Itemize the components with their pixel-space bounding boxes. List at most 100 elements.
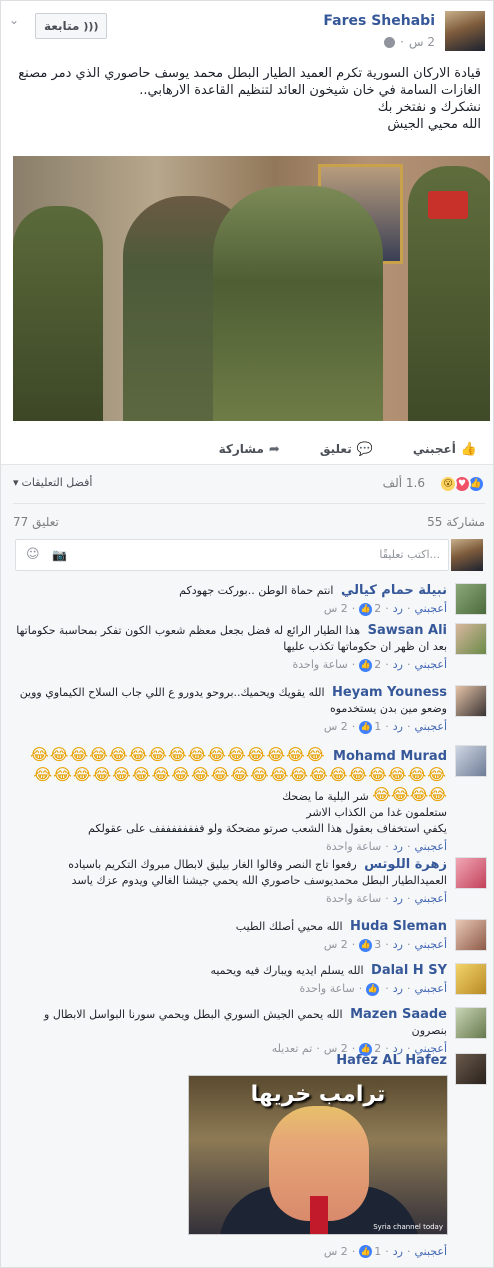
thumbs-up-icon: 👍 [460, 441, 477, 457]
comment-text: شر البلية ما يضحك [282, 790, 369, 803]
comment-like-button[interactable]: أعجبني [414, 937, 447, 953]
comment-reply-button[interactable]: رد [393, 981, 403, 997]
camera-icon[interactable]: 📷 [52, 548, 67, 562]
comment-time[interactable]: ساعة واحدة [326, 891, 381, 907]
commenter-avatar[interactable] [455, 685, 487, 717]
comment-like-button[interactable]: أعجبني [414, 1245, 447, 1258]
comment-time[interactable]: 2 س [324, 937, 348, 953]
comment-item: Huda Sleman الله محيي أصلك الطيب أعجبني ·… [11, 919, 487, 955]
comment-reply-button[interactable]: رد [393, 601, 403, 617]
comment-icon: 💬 [356, 441, 373, 457]
comment-like-button[interactable]: أعجبني [414, 981, 447, 997]
comment-text: انتم حماة الوطن ..بوركت جهودكم [179, 584, 334, 597]
comment-meta: أعجبني · رد · 👍 2 · 2 س [323, 601, 447, 617]
comment-meta: أعجبني · رد · 👍 3 · 2 س [323, 937, 447, 953]
laughing-emoji-row: 😂😂😂😂 [372, 785, 447, 804]
thumbs-up-icon: 👍 [359, 720, 373, 734]
author-name[interactable]: Fares Shehabi [323, 13, 435, 29]
comment-item: نبيلة حمام كيالي انتم حماة الوطن ..بوركت… [11, 583, 487, 619]
comment-time[interactable]: ساعة واحدة [326, 839, 381, 855]
top-comments-filter[interactable]: ▾ أفضل التعليقات [13, 476, 92, 489]
commenter-name[interactable]: Mazen Saade [350, 1007, 447, 1022]
commenter-avatar[interactable] [455, 963, 487, 995]
comment-input[interactable]: اكتب تعليقًا... 📷 ☺ [15, 539, 449, 571]
comment-like-count[interactable]: 👍 2 [359, 657, 381, 673]
comment-like-button[interactable]: أعجبني [414, 891, 447, 907]
comment-like-count[interactable]: 👍 [366, 982, 381, 996]
commenter-avatar[interactable] [455, 623, 487, 655]
post-meta: 2 س · [384, 35, 435, 49]
comment-time[interactable]: ساعة واحدة [293, 657, 348, 673]
like-button[interactable]: 👍 أعجبني [413, 442, 477, 457]
follow-label: متابعة [44, 19, 80, 33]
commenter-name[interactable]: Mohamd Murad [333, 749, 447, 764]
reaction-count[interactable]: 1.6 ألف [383, 476, 425, 490]
chevron-down-icon[interactable]: ⌄ [9, 13, 19, 27]
comment-like-button[interactable]: أعجبني [414, 839, 447, 855]
comment-time[interactable]: 2 س [324, 601, 348, 617]
comment-text: يكفي استخفاف بعقول هذا الشعب صرتو مضحكة … [88, 822, 447, 835]
commenter-avatar[interactable] [455, 857, 487, 889]
comment-like-button[interactable]: أعجبني [414, 601, 447, 617]
comment-time[interactable]: ساعة واحدة [300, 981, 355, 997]
comment-reply-button[interactable]: رد [393, 937, 403, 953]
comment-time[interactable]: 2 س [324, 719, 348, 735]
commenter-avatar[interactable] [455, 1053, 487, 1085]
comment-like-count[interactable]: 👍 1 [359, 1245, 381, 1258]
divider [1, 464, 493, 465]
commenter-name[interactable]: Heyam Youness [332, 685, 447, 700]
comment-reply-button[interactable]: رد [393, 719, 403, 735]
comment-body: زهرة اللوتس رفعوا تاج النصر وقالوا الغار… [11, 857, 447, 907]
post-card: Fares Shehabi 2 س · ⌄ متابعة ))) قيادة ا… [0, 0, 494, 1268]
reaction-icons[interactable]: 👍 ♥ 😮 [439, 475, 485, 493]
soldier-figure [213, 186, 383, 421]
author-avatar[interactable] [445, 11, 485, 51]
commenter-name[interactable]: زهرة اللوتس [364, 857, 447, 872]
comment-meta: أعجبني · رد · 👍 1 · 2 س [323, 1245, 447, 1258]
post-header: Fares Shehabi 2 س · ⌄ متابعة ))) [9, 11, 485, 57]
comment-reply-button[interactable]: رد [393, 839, 403, 855]
comment-time[interactable]: 2 س [324, 1245, 348, 1258]
comment-meta: أعجبني · رد · 👍 1 · 2 س [323, 719, 447, 735]
comment-like-button[interactable]: أعجبني [414, 719, 447, 735]
smiley-icon[interactable]: ☺ [26, 547, 40, 562]
commenter-avatar[interactable] [455, 1007, 487, 1039]
share-count[interactable]: 55 مشاركة [427, 515, 485, 529]
post-photo[interactable] [13, 156, 490, 421]
comment-reply-button[interactable]: رد [393, 1245, 403, 1258]
comment-reply-button[interactable]: رد [393, 657, 403, 673]
comment-meta: أعجبني · رد · 👍 · ساعة واحدة [299, 981, 447, 997]
comment-body: Huda Sleman الله محيي أصلك الطيب أعجبني ·… [11, 919, 447, 953]
comment-like-button[interactable]: أعجبني [414, 657, 447, 673]
commenter-name[interactable]: Huda Sleman [350, 919, 447, 934]
commenter-avatar[interactable] [455, 919, 487, 951]
comment-text: ستعلمون غدا من الكذاب الاشر [306, 806, 447, 819]
comment-item: Mazen Saade الله يحمي الجيش السوري البطل… [11, 1007, 487, 1056]
commenter-name[interactable]: Sawsan Ali [368, 623, 447, 638]
comment-count[interactable]: 77 تعليق [13, 515, 59, 529]
share-button[interactable]: ➦ مشاركة [219, 442, 280, 457]
commenter-avatar[interactable] [455, 745, 487, 777]
follow-button[interactable]: متابعة ))) [35, 13, 108, 39]
dot-separator: · [400, 35, 404, 49]
comment-item: Dalal H SY الله يسلم ايديه ويبارك فيه وي… [11, 963, 487, 999]
commenter-name[interactable]: نبيلة حمام كيالي [341, 583, 447, 598]
comment-body: Sawsan Ali هذا الطيار الرائع له فضل بجعل… [11, 623, 447, 673]
commenter-name[interactable]: Dalal H SY [371, 963, 447, 978]
comment-like-count[interactable]: 👍 2 [359, 601, 381, 617]
commenter-avatar[interactable] [455, 583, 487, 615]
post-time[interactable]: 2 س [409, 35, 435, 49]
comment-meta: أعجبني · رد · 👍 2 · ساعة واحدة [292, 657, 447, 673]
comment-label: تعليق [319, 442, 352, 456]
comment-body: نبيلة حمام كيالي انتم حماة الوطن ..بوركت… [11, 583, 447, 617]
comment-body: Mazen Saade الله يحمي الجيش السوري البطل… [11, 1007, 447, 1057]
comment-body: Mohamd Murad 😂😂😂😂😂😂😂😂😂😂😂😂😂😂😂😂😂😂😂😂😂😂😂😂😂😂😂… [11, 745, 447, 855]
commenter-name[interactable]: Hafez AL Hafez [336, 1053, 447, 1068]
comment-like-count[interactable]: 👍 1 [359, 719, 381, 735]
comment-reply-button[interactable]: رد [393, 891, 403, 907]
comment-button[interactable]: 💬 تعليق [320, 442, 373, 457]
image-caption: ترامب خريها [250, 1082, 386, 1107]
comment-like-count[interactable]: 👍 3 [359, 937, 381, 953]
caret-down-icon: ▾ [13, 476, 19, 489]
comment-image[interactable]: ترامب خريها Syria channel today [188, 1075, 448, 1235]
